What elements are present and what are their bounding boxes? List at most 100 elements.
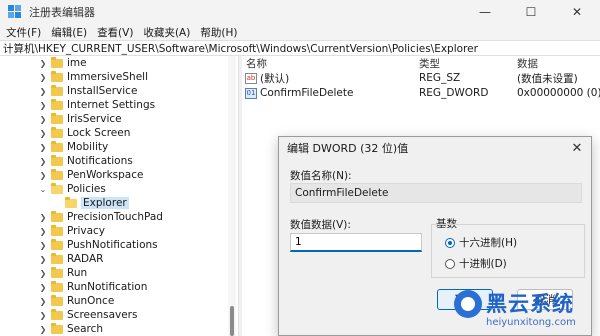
binary-value-icon: 01 (245, 87, 257, 99)
close-button[interactable]: ✕ (554, 0, 600, 24)
chevron-right-icon[interactable]: ❯ (38, 283, 48, 292)
tree-item[interactable]: ❯ ImmersiveShell (38, 70, 148, 84)
tree-item[interactable]: ❯ RunNotification (38, 280, 147, 294)
chevron-right-icon[interactable]: ❯ (38, 269, 48, 278)
value-data-label: 数值数据(V): (290, 219, 351, 231)
column-header-name[interactable]: 名称 (246, 56, 267, 70)
tree-item[interactable]: ❯ Notifications (38, 154, 133, 168)
folder-icon (51, 56, 63, 68)
radio-checked-icon[interactable] (445, 237, 455, 248)
chevron-right-icon[interactable]: ❯ (38, 87, 48, 96)
menu-bar: 文件(F) 编辑(E) 查看(V) 收藏夹(A) 帮助(H) (0, 24, 600, 40)
chevron-right-icon[interactable]: ❯ (38, 311, 48, 320)
folder-icon (51, 252, 63, 264)
value-row-name[interactable]: 01 ConfirmFileDelete (245, 86, 353, 100)
value-data: (数值未设置) (517, 72, 578, 85)
radio-unchecked-icon[interactable] (445, 258, 455, 269)
watermark-brand: 黑云系统 (486, 292, 574, 316)
tree-item[interactable]: ❯ Internet Settings (38, 98, 155, 112)
column-header-data[interactable]: 数据 (517, 56, 538, 70)
dialog-title: 编辑 DWORD (32 位)值 (279, 137, 591, 159)
tree-item[interactable]: ❯ PenWorkspace (38, 168, 143, 182)
title-bar: 注册表编辑器 — ☐ ✕ (0, 0, 600, 24)
chevron-right-icon[interactable]: ❯ (38, 297, 48, 306)
tree-item[interactable]: ❯ ime (38, 56, 87, 70)
chevron-right-icon[interactable]: ❯ (38, 325, 48, 334)
window-title: 注册表编辑器 (29, 6, 95, 19)
registry-tree: ❯ ime ❯ ImmersiveShell ❯ InstallService … (0, 56, 238, 336)
chevron-right-icon[interactable]: ❯ (38, 129, 48, 138)
chevron-down-icon[interactable]: ⌄ (38, 185, 48, 194)
menu-help[interactable]: 帮助(H) (195, 25, 242, 40)
menu-favorites[interactable]: 收藏夹(A) (138, 25, 195, 40)
tree-item-label: RunOnce (67, 295, 115, 307)
chevron-right-icon[interactable]: ❯ (38, 115, 48, 124)
chevron-right-icon[interactable]: ❯ (38, 101, 48, 110)
column-header-type[interactable]: 类型 (419, 56, 440, 70)
chevron-right-icon[interactable]: ❯ (38, 227, 48, 236)
tree-item-label: Search (67, 323, 104, 335)
folder-icon (51, 280, 63, 292)
dialog-close-icon[interactable]: ✕ (569, 140, 585, 156)
maximize-button[interactable]: ☐ (508, 0, 554, 24)
string-value-icon: ab (245, 72, 257, 84)
tree-item[interactable]: ❯ Mobility (38, 140, 108, 154)
radio-dec[interactable]: 十进制(D) (445, 256, 507, 271)
tree-item-label: Screensavers (67, 309, 138, 321)
value-name: ConfirmFileDelete (260, 87, 354, 99)
tree-item-label: Internet Settings (67, 99, 156, 111)
tree-item-label: Lock Screen (67, 127, 131, 139)
tree-item[interactable]: ❯ Search (38, 322, 103, 336)
menu-edit[interactable]: 编辑(E) (46, 25, 92, 40)
chevron-right-icon[interactable]: ❯ (38, 73, 48, 82)
value-data-input[interactable] (290, 233, 422, 252)
tree-item[interactable]: ❯ IrisService (38, 112, 122, 126)
tree-item-selected[interactable]: Explorer (52, 196, 129, 210)
folder-icon (51, 308, 63, 320)
chevron-right-icon[interactable]: ❯ (38, 157, 48, 166)
chevron-right-icon[interactable]: ❯ (38, 255, 48, 264)
chevron-right-icon[interactable]: ❯ (38, 171, 48, 180)
tree-item[interactable]: ❯ Screensavers (38, 308, 137, 322)
tree-item[interactable]: ❯ Lock Screen (38, 126, 130, 140)
menu-file[interactable]: 文件(F) (0, 25, 46, 40)
value-name-label: 数值名称(N): (290, 170, 352, 182)
folder-icon (51, 154, 63, 166)
tree-scrollbar[interactable] (228, 56, 236, 336)
folder-icon (51, 266, 63, 278)
menu-view[interactable]: 查看(V) (92, 25, 138, 40)
folder-icon (51, 210, 63, 222)
tree-item-expanded[interactable]: ⌄ Policies (38, 182, 106, 196)
folder-open-icon (51, 182, 63, 194)
chevron-right-icon[interactable]: ❯ (38, 143, 48, 152)
tree-item[interactable]: ❯ PushNotifications (38, 238, 158, 252)
minimize-button[interactable]: — (462, 0, 508, 24)
chevron-right-icon[interactable]: ❯ (38, 241, 48, 250)
tree-item[interactable]: ❯ PrecisionTouchPad (38, 210, 163, 224)
address-bar[interactable]: 计算机\HKEY_CURRENT_USER\Software\Microsoft… (0, 40, 600, 56)
value-data: 0x00000000 (0) (517, 87, 600, 99)
tree-item-label: IrisService (67, 113, 122, 125)
tree-item[interactable]: ❯ InstallService (38, 84, 137, 98)
folder-open-icon (65, 196, 77, 208)
value-row-name[interactable]: ab (默认) (245, 71, 289, 85)
radio-hex[interactable]: 十六进制(H) (445, 235, 517, 250)
tree-item-label: RADAR (67, 253, 104, 265)
tree-item-label: PushNotifications (67, 239, 158, 251)
scrollbar-thumb[interactable] (230, 306, 234, 336)
tree-item[interactable]: ❯ Privacy (38, 224, 105, 238)
folder-icon (51, 140, 63, 152)
folder-icon (51, 112, 63, 124)
folder-icon (51, 322, 63, 334)
watermark: 黑云系统 heiyunxitong.com (452, 288, 600, 336)
value-name-field: ConfirmFileDelete (290, 183, 582, 203)
tree-item-label: Notifications (67, 155, 133, 167)
tree-item[interactable]: ❯ RunOnce (38, 294, 114, 308)
tree-item[interactable]: ❯ Run (38, 266, 87, 280)
tree-item-label: ime (67, 57, 87, 69)
tree-item[interactable]: ❯ RADAR (38, 252, 103, 266)
tree-item-label: RunNotification (67, 281, 148, 293)
folder-icon (51, 70, 63, 82)
chevron-right-icon[interactable]: ❯ (38, 213, 48, 222)
chevron-right-icon[interactable]: ❯ (38, 59, 48, 68)
